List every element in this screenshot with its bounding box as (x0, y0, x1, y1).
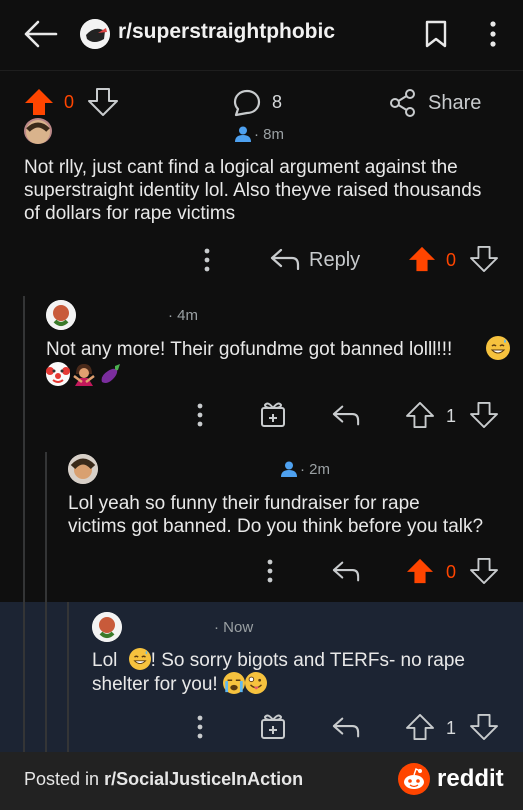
comment-body: Not rlly, just cant find a logical argum… (24, 157, 482, 224)
grinning-sweat-emoji (128, 648, 151, 670)
posted-in-label[interactable]: Posted in r/SocialJusticeInAction (24, 769, 303, 790)
person-icon (280, 461, 298, 477)
comment-score: 1 (446, 406, 457, 426)
avatar[interactable] (24, 118, 52, 144)
award-icon[interactable] (260, 400, 286, 428)
avatar[interactable] (46, 300, 76, 330)
reply-icon[interactable] (270, 248, 300, 270)
downvote-icon[interactable] (470, 558, 498, 584)
reply-icon[interactable] (332, 560, 360, 582)
zany-face-emoji (244, 672, 267, 694)
crying-emoji (222, 672, 245, 694)
kebab-icon[interactable] (194, 714, 206, 740)
bookmark-icon[interactable] (424, 19, 448, 49)
kebab-icon[interactable] (486, 18, 500, 50)
downvote-icon[interactable] (470, 246, 498, 272)
kebab-icon[interactable] (264, 558, 276, 584)
comment-score: 0 (446, 250, 457, 270)
grinning-sweat-emoji (486, 336, 510, 360)
avatar[interactable] (68, 454, 98, 484)
award-icon[interactable] (260, 712, 286, 740)
subreddit-avatar[interactable] (80, 19, 110, 49)
comment-score: 0 (446, 562, 457, 582)
reply-icon[interactable] (332, 404, 360, 426)
downvote-icon[interactable] (88, 88, 118, 116)
comment-body: Not any more! Their gofundme got banned … (46, 339, 453, 360)
share-icon[interactable] (388, 88, 418, 118)
comment-body: Lol yeah so funny their fundraiser for r… (68, 493, 484, 537)
reply-icon[interactable] (332, 716, 360, 738)
comment-age: · Now (214, 619, 254, 636)
reddit-logo-icon (398, 763, 430, 795)
comment-age: · 8m (254, 126, 285, 143)
comment-age: · 2m (300, 461, 331, 478)
share-button[interactable]: Share (428, 92, 481, 115)
reply-button[interactable]: Reply (309, 249, 360, 272)
thread-line[interactable] (67, 602, 69, 752)
comment-icon[interactable] (232, 88, 262, 118)
subreddit-title[interactable]: r/superstraightphobic (118, 20, 335, 44)
woman-gesturing-emoji (72, 362, 96, 386)
downvote-icon[interactable] (470, 714, 498, 740)
clown-emoji (46, 362, 70, 386)
person-icon (234, 126, 252, 142)
reddit-wordmark: reddit (437, 765, 504, 792)
comment-body: Lol ! So sorry bigots and TERFs- no rape… (92, 648, 465, 695)
downvote-icon[interactable] (470, 402, 498, 428)
upvote-icon[interactable] (408, 246, 436, 272)
comment-age: · 4m (168, 307, 199, 324)
thread-line[interactable] (23, 602, 25, 752)
footer-subreddit-link[interactable]: r/SocialJusticeInAction (104, 769, 303, 789)
upvote-icon[interactable] (24, 88, 54, 116)
eggplant-emoji (98, 362, 122, 386)
upvote-icon[interactable] (406, 402, 434, 428)
post-vote-count: 0 (64, 92, 75, 112)
upvote-icon[interactable] (406, 714, 434, 740)
back-arrow-icon[interactable] (22, 18, 58, 50)
kebab-icon[interactable] (194, 402, 206, 428)
comment-count: 8 (272, 92, 283, 112)
thread-line[interactable] (45, 602, 47, 752)
upvote-icon[interactable] (406, 558, 434, 584)
avatar[interactable] (92, 612, 122, 642)
kebab-icon[interactable] (201, 247, 213, 273)
comment-score: 1 (446, 718, 457, 738)
